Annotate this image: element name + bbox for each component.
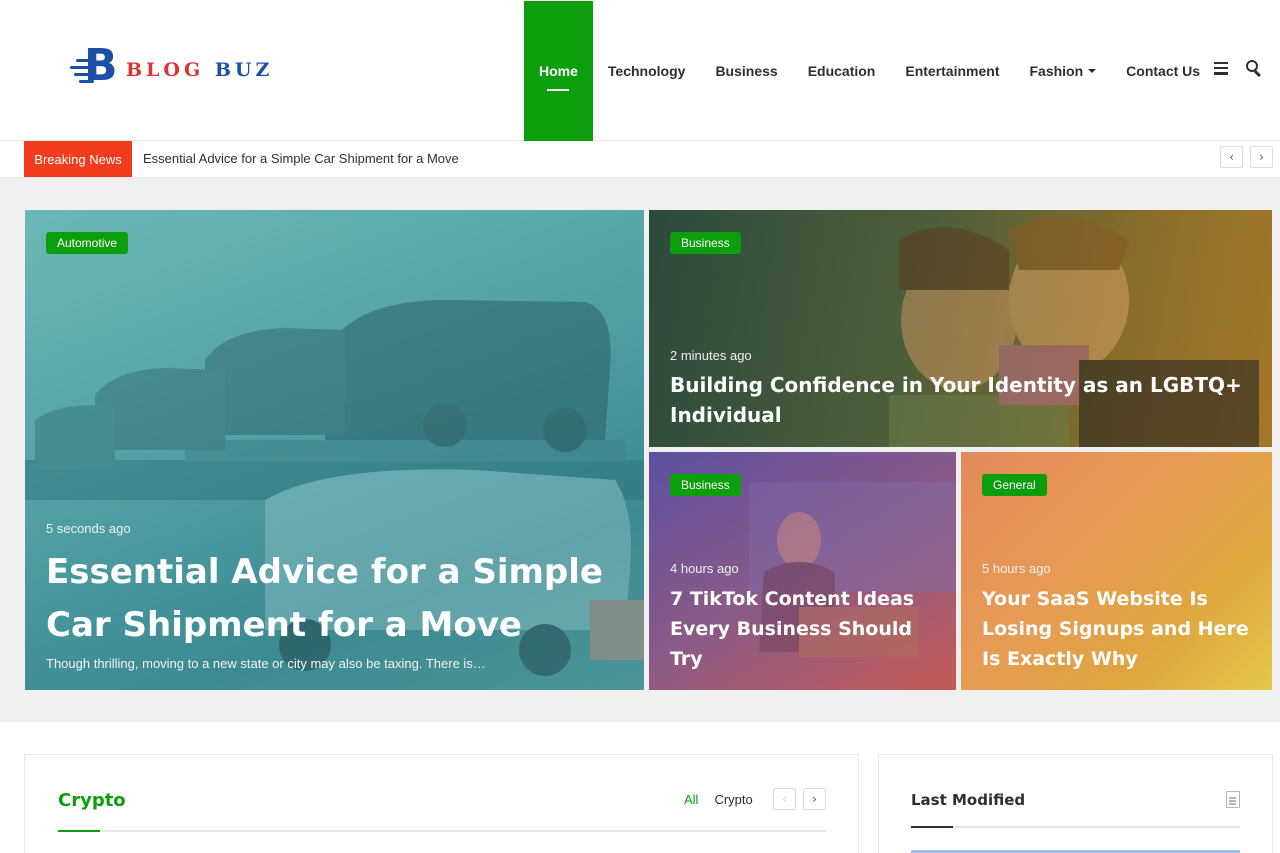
ticker-controls: ‹ › bbox=[1220, 146, 1273, 168]
featured-post[interactable]: Business 2 minutes ago Building Confiden… bbox=[649, 210, 1272, 447]
nav-label: Contact Us bbox=[1126, 63, 1201, 79]
category-badge[interactable]: Business bbox=[670, 474, 741, 496]
nav-item-fashion[interactable]: Fashion bbox=[1014, 1, 1111, 141]
breaking-news-bar: Breaking News Essential Advice for a Sim… bbox=[0, 141, 1280, 178]
nav-item-education[interactable]: Education bbox=[793, 1, 891, 141]
nav-label: Technology bbox=[607, 63, 686, 79]
breaking-news-label: Breaking News bbox=[24, 141, 132, 177]
section-tabs: All Crypto bbox=[684, 792, 753, 807]
nav-item-home[interactable]: Home bbox=[524, 1, 593, 141]
post-time: 4 hours ago bbox=[670, 561, 739, 576]
nav-label: Education bbox=[807, 63, 876, 79]
post-title[interactable]: 7 TikTok Content Ideas Every Business Sh… bbox=[670, 584, 940, 674]
logo-text-blog: BLOG bbox=[126, 59, 205, 81]
crypto-section: Crypto All Crypto ‹ › bbox=[24, 754, 859, 853]
ticker-prev-button[interactable]: ‹ bbox=[1220, 146, 1243, 168]
nav-item-entertainment[interactable]: Entertainment bbox=[890, 1, 1014, 141]
logo-icon: B bbox=[70, 44, 124, 92]
post-time: 5 hours ago bbox=[982, 561, 1051, 576]
post-title[interactable]: Building Confidence in Your Identity as … bbox=[670, 370, 1250, 430]
nav-item-technology[interactable]: Technology bbox=[593, 1, 701, 141]
nav-label: Business bbox=[715, 63, 778, 79]
site-logo[interactable]: B BLOG BUZ bbox=[70, 44, 273, 92]
section-title: Crypto bbox=[58, 790, 126, 811]
post-title[interactable]: Your SaaS Website Is Losing Signups and … bbox=[982, 584, 1252, 674]
document-icon bbox=[1226, 791, 1240, 808]
ticker-next-button[interactable]: › bbox=[1250, 146, 1273, 168]
post-title[interactable]: Essential Advice for a Simple Car Shipme… bbox=[46, 546, 626, 652]
logo-text-buz: BUZ bbox=[214, 59, 274, 81]
nav-label: Fashion bbox=[1029, 63, 1084, 79]
tab-all[interactable]: All bbox=[684, 792, 698, 807]
section-divider bbox=[58, 830, 826, 832]
nav-item-contact-us[interactable]: Contact Us bbox=[1111, 1, 1215, 141]
site-header: B BLOG BUZ Home Technology Business Educ… bbox=[0, 0, 1280, 141]
featured-post-main[interactable]: Automotive 5 seconds ago Essential Advic… bbox=[25, 210, 644, 690]
post-excerpt: Though thrilling, moving to a new state … bbox=[46, 656, 486, 671]
category-badge[interactable]: Business bbox=[670, 232, 741, 254]
nav-label: Entertainment bbox=[905, 63, 1000, 79]
nav-item-business[interactable]: Business bbox=[700, 1, 792, 141]
widget-divider bbox=[911, 826, 1240, 828]
section-prev-button[interactable]: ‹ bbox=[773, 788, 796, 810]
section-pager: ‹ › bbox=[773, 788, 826, 810]
header-icons bbox=[1214, 60, 1262, 77]
category-badge[interactable]: Automotive bbox=[46, 232, 129, 254]
post-time: 2 minutes ago bbox=[670, 348, 752, 363]
featured-post[interactable]: Business 4 hours ago 7 TikTok Content Id… bbox=[649, 452, 956, 690]
featured-post[interactable]: General 5 hours ago Your SaaS Website Is… bbox=[961, 452, 1272, 690]
post-time: 5 seconds ago bbox=[46, 521, 131, 536]
nav-label: Home bbox=[539, 63, 578, 79]
section-next-button[interactable]: › bbox=[803, 788, 826, 810]
tab-crypto[interactable]: Crypto bbox=[714, 792, 752, 807]
menu-icon[interactable] bbox=[1214, 61, 1228, 75]
breaking-news-headline[interactable]: Essential Advice for a Simple Car Shipme… bbox=[143, 151, 459, 166]
search-icon[interactable] bbox=[1246, 60, 1262, 77]
category-badge[interactable]: General bbox=[982, 474, 1047, 496]
last-modified-widget: Last Modified bbox=[878, 754, 1273, 853]
widget-title: Last Modified bbox=[911, 791, 1026, 809]
logo-text: BLOG BUZ bbox=[126, 59, 273, 81]
caret-down-icon bbox=[1088, 69, 1097, 73]
main-nav: Home Technology Business Education Enter… bbox=[524, 1, 1215, 141]
